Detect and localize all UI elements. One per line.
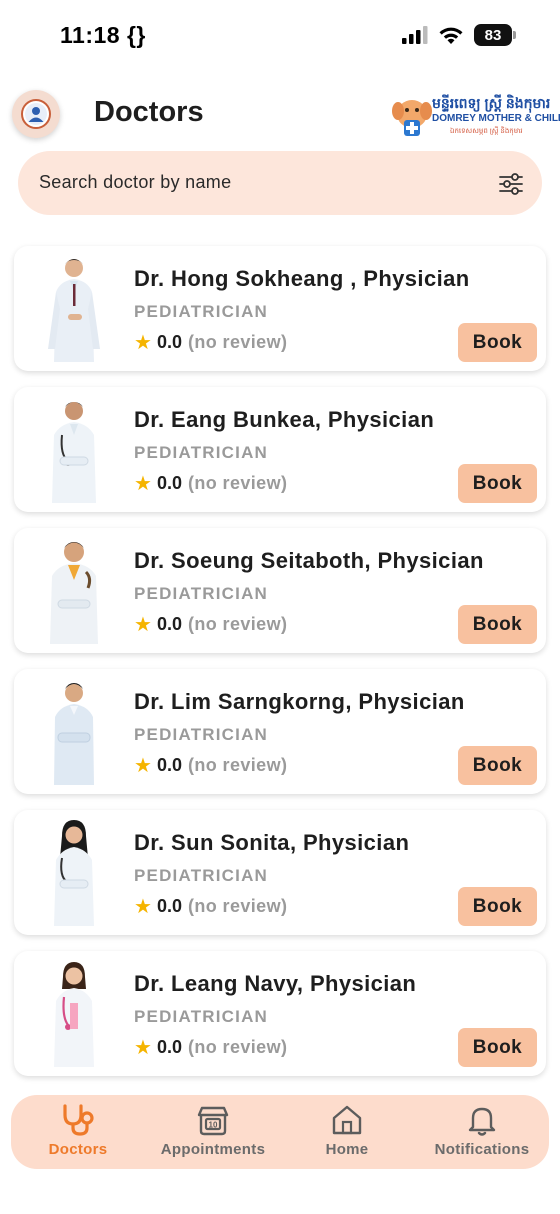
status-bar: 11:18 {} 83 (0, 0, 560, 76)
star-icon: ★ (134, 613, 152, 636)
search-input[interactable]: Search doctor by name (39, 172, 231, 193)
book-button[interactable]: Book (458, 887, 537, 926)
bottom-nav: Doctors 10 Appointments Home Notificatio… (11, 1095, 549, 1169)
doctor-specialty: PEDIATRICIAN (134, 443, 269, 462)
stethoscope-icon (63, 1104, 94, 1136)
filter-icon[interactable] (498, 171, 524, 197)
doctor-card[interactable]: Dr. Hong Sokheang , Physician PEDIATRICI… (14, 246, 546, 371)
nav-item-appointments[interactable]: 10 Appointments (148, 1103, 278, 1165)
doctor-photo (54, 683, 94, 785)
doctor-name: Dr. Hong Sokheang , Physician (134, 266, 470, 291)
book-button[interactable]: Book (458, 464, 537, 503)
doctor-specialty: PEDIATRICIAN (134, 725, 269, 744)
clinic-logo-english: DOMREY MOTHER & CHILD CLINIC (432, 113, 560, 124)
rating-value: 0.0 (156, 614, 182, 634)
doctor-photo (48, 259, 100, 362)
star-icon: ★ (134, 472, 152, 495)
rating-value: 0.0 (156, 1037, 182, 1057)
page-title: Doctors (94, 96, 204, 128)
doctor-rating: ★ 0.0 (no review) (134, 614, 287, 635)
doctor-name: Dr. Soeung Seitaboth, Physician (134, 548, 484, 573)
doctor-card[interactable]: Dr. Soeung Seitaboth, Physician PEDIATRI… (14, 528, 546, 653)
doctor-card[interactable]: Dr. Sun Sonita, Physician PEDIATRICIAN ★… (14, 810, 546, 935)
clinic-logo-subtitle: ឯកទេសសម្ភព ស្ត្រី និងកុមារ (450, 128, 523, 135)
nav-label: Doctors (48, 1141, 108, 1158)
star-icon: ★ (134, 331, 152, 354)
elephant-logo-icon (392, 100, 432, 136)
doctor-card[interactable]: Dr. Eang Bunkea, Physician PEDIATRICIAN … (14, 387, 546, 512)
doctor-photo (54, 962, 94, 1067)
review-count: (no review) (187, 755, 288, 775)
book-button[interactable]: Book (458, 1028, 537, 1067)
nav-label: Home (325, 1141, 369, 1158)
rating-value: 0.0 (156, 473, 182, 493)
nav-label: Notifications (434, 1141, 530, 1158)
bell-icon (468, 1107, 496, 1136)
doctor-name: Dr. Lim Sarngkorng, Physician (134, 689, 465, 714)
doctor-rating: ★ 0.0 (no review) (134, 1037, 287, 1058)
battery-indicator: 83 (474, 24, 516, 46)
book-button[interactable]: Book (458, 746, 537, 785)
doctor-rating: ★ 0.0 (no review) (134, 473, 287, 494)
doctor-name: Dr. Leang Navy, Physician (134, 971, 417, 996)
review-count: (no review) (187, 473, 288, 493)
status-icons: 83 (402, 24, 516, 46)
book-button[interactable]: Book (458, 323, 537, 362)
doctor-specialty: PEDIATRICIAN (134, 584, 269, 603)
wifi-icon (439, 27, 463, 44)
doctor-rating: ★ 0.0 (no review) (134, 755, 287, 776)
doctor-list: Dr. Hong Sokheang , Physician PEDIATRICI… (14, 246, 546, 1092)
doctor-photo (54, 820, 94, 926)
doctor-rating: ★ 0.0 (no review) (134, 332, 287, 353)
app-header: Doctors មន្ទីរពេទ្យ ស្ត្រី និងកុមារ DOMR… (0, 86, 560, 146)
star-icon: ★ (134, 754, 152, 777)
doctor-card[interactable]: Dr. Leang Navy, Physician PEDIATRICIAN ★… (14, 951, 546, 1076)
rating-value: 0.0 (156, 896, 182, 916)
star-icon: ★ (134, 895, 152, 918)
doctor-specialty: PEDIATRICIAN (134, 302, 269, 321)
search-bar[interactable]: Search doctor by name (18, 151, 542, 215)
doctor-rating: ★ 0.0 (no review) (134, 896, 287, 917)
doctor-name: Dr. Sun Sonita, Physician (134, 830, 410, 855)
profile-avatar[interactable] (12, 90, 60, 138)
doctor-photo (50, 542, 98, 644)
calendar-icon: 10 (197, 1106, 229, 1136)
nav-item-home[interactable]: Home (282, 1103, 412, 1165)
doctor-card[interactable]: Dr. Lim Sarngkorng, Physician PEDIATRICI… (14, 669, 546, 794)
doctor-photo (52, 402, 96, 503)
doctor-specialty: PEDIATRICIAN (134, 866, 269, 885)
clinic-logo-khmer: មន្ទីរពេទ្យ ស្ត្រី និងកុមារ (432, 95, 551, 111)
battery-level: 83 (484, 26, 502, 44)
nav-label: Appointments (160, 1141, 266, 1158)
book-button[interactable]: Book (458, 605, 537, 644)
review-count: (no review) (187, 896, 288, 916)
status-time: 11:18 {} (60, 22, 146, 48)
home-icon (332, 1105, 362, 1135)
cellular-signal-icon (402, 26, 428, 44)
rating-value: 0.0 (156, 332, 182, 352)
review-count: (no review) (187, 1037, 288, 1057)
doctor-name: Dr. Eang Bunkea, Physician (134, 407, 435, 432)
star-icon: ★ (134, 1036, 152, 1059)
doctor-specialty: PEDIATRICIAN (134, 1007, 269, 1026)
rating-value: 0.0 (156, 755, 182, 775)
nav-item-doctors[interactable]: Doctors (13, 1103, 143, 1165)
user-avatar-icon (21, 99, 51, 129)
review-count: (no review) (187, 332, 288, 352)
nav-item-notifications[interactable]: Notifications (417, 1103, 547, 1165)
review-count: (no review) (187, 614, 288, 634)
svg-text:10: 10 (209, 1121, 218, 1130)
clinic-logo: មន្ទីរពេទ្យ ស្ត្រី និងកុមារ DOMREY MOTHE… (392, 94, 560, 138)
